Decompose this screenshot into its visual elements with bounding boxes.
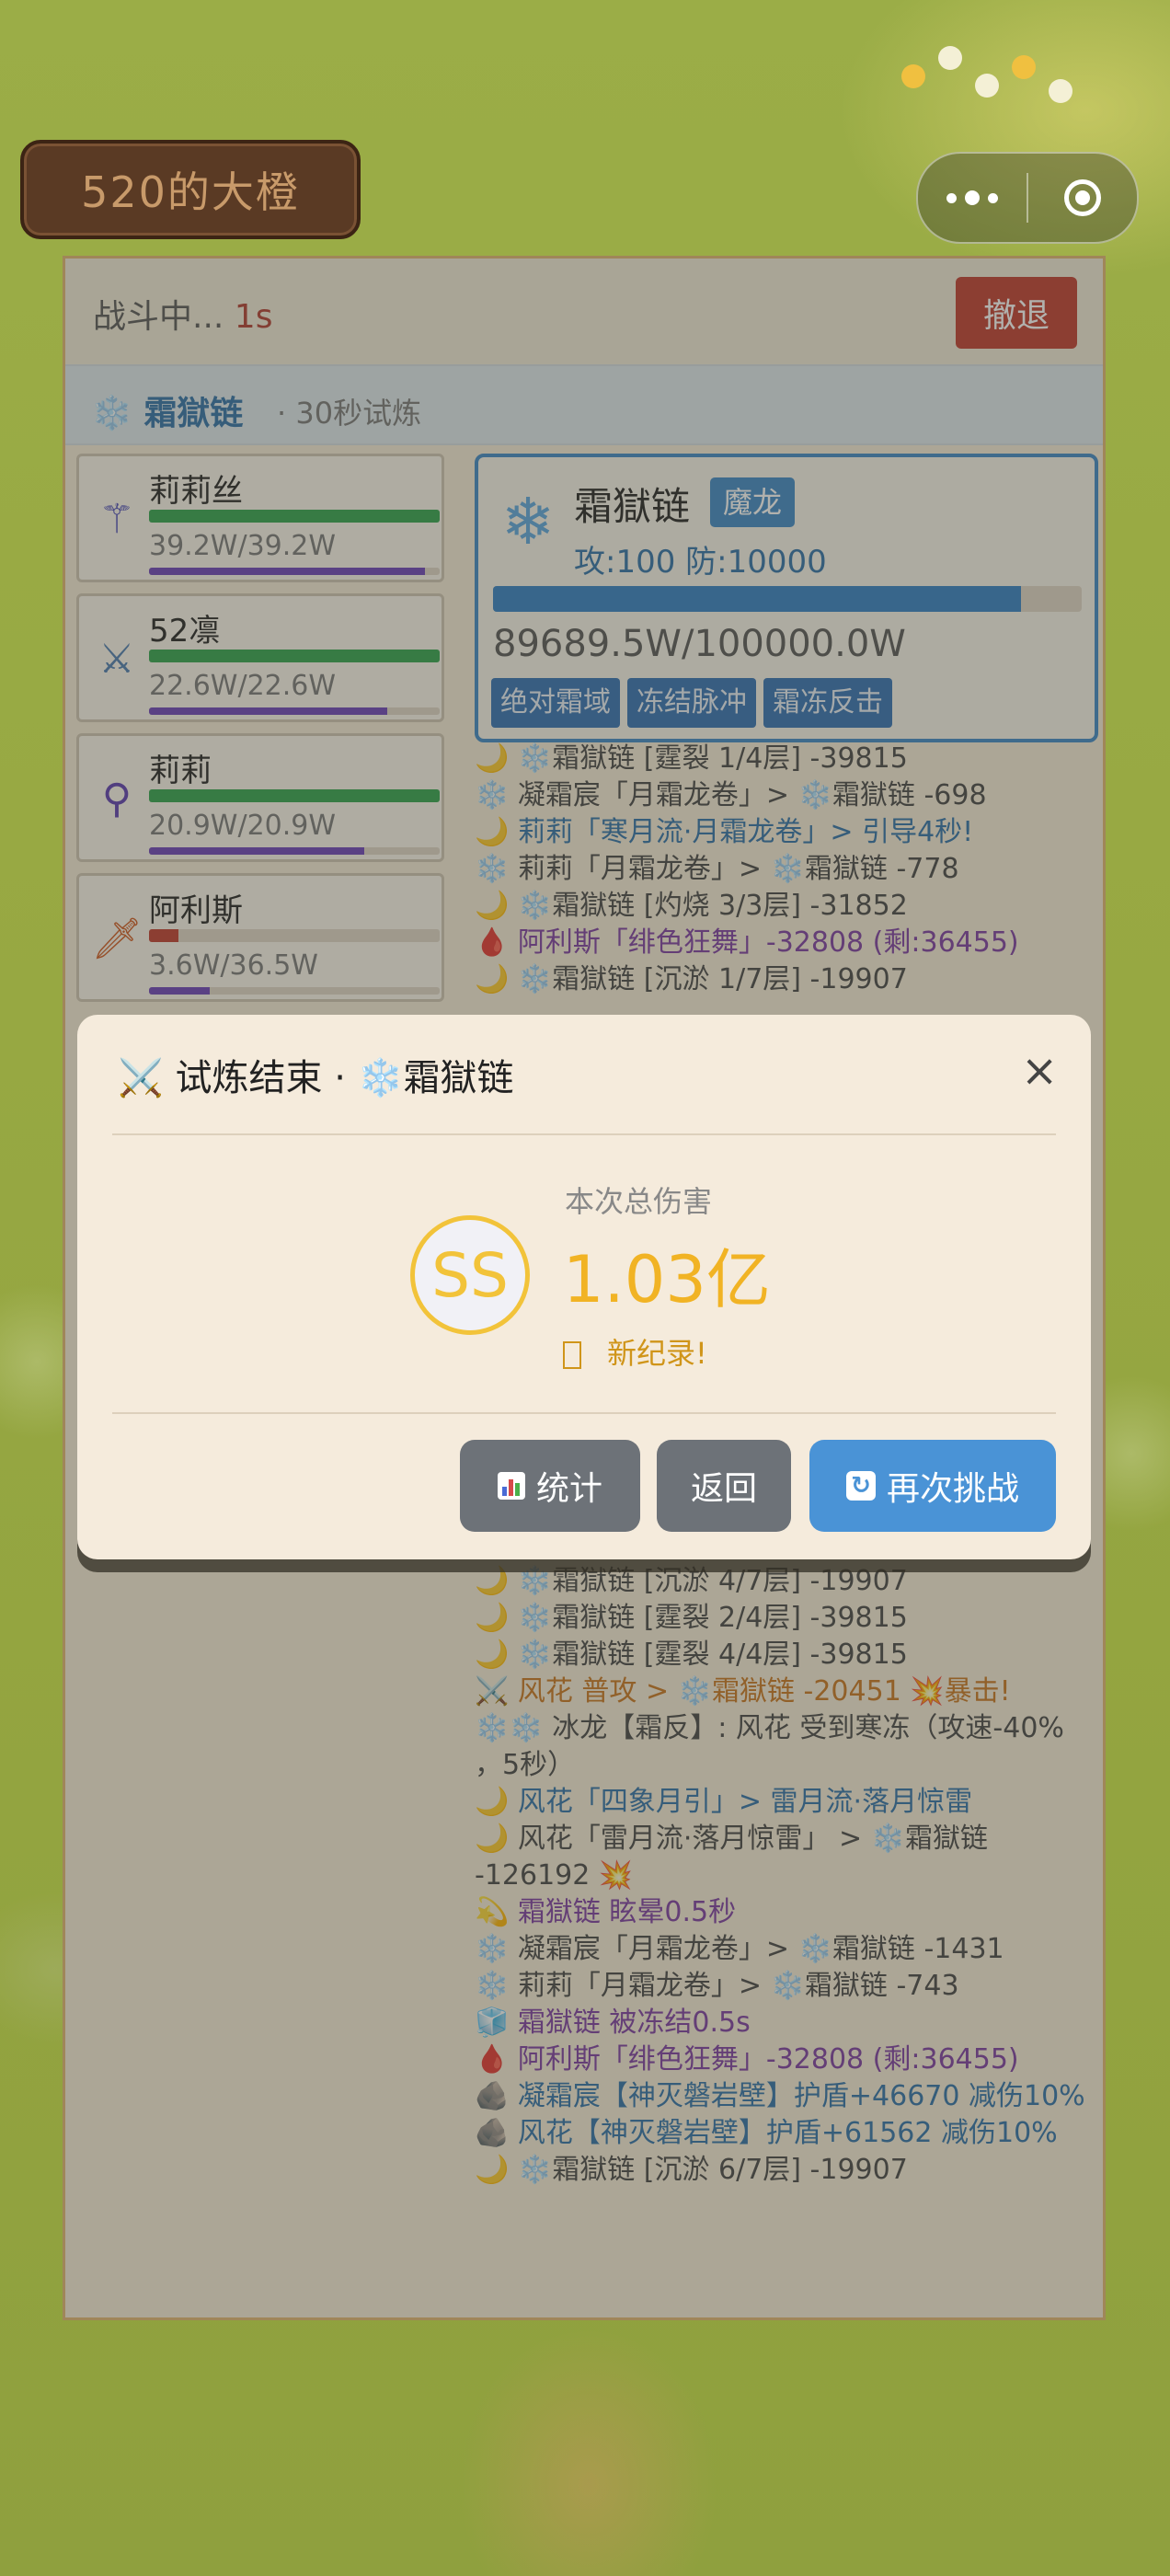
flower-decoration xyxy=(883,37,1085,110)
divider xyxy=(112,1412,1056,1414)
more-icon[interactable] xyxy=(918,190,1027,205)
retry-button-label: 再次挑战 xyxy=(886,1470,1019,1508)
back-button[interactable]: 返回 xyxy=(657,1440,791,1532)
dialog-title: ⚔️ 试炼结束 · ❄️霜獄链 xyxy=(118,1057,514,1099)
trial-result-dialog: ⚔️ 试炼结束 · ❄️霜獄链 × 本次总伤害 SS 1.03亿 新纪录! 统计… xyxy=(77,1015,1091,1559)
trophy-icon xyxy=(563,1341,581,1369)
total-damage-value: 1.03亿 xyxy=(563,1242,771,1317)
stats-button-label: 统计 xyxy=(535,1470,602,1508)
app-title-badge: 520的大橙 xyxy=(20,140,361,239)
new-record-notice: 新纪录! xyxy=(563,1330,707,1373)
mini-program-capsule[interactable] xyxy=(916,152,1139,244)
new-record-text: 新纪录! xyxy=(607,1336,707,1371)
close-mini-program-icon[interactable] xyxy=(1028,179,1137,216)
grade-badge: SS xyxy=(410,1215,530,1335)
stats-button[interactable]: 统计 xyxy=(460,1440,640,1532)
divider xyxy=(112,1133,1056,1135)
bar-chart-icon xyxy=(497,1472,525,1500)
close-icon[interactable]: × xyxy=(1021,1049,1058,1093)
retry-button[interactable]: ↻ 再次挑战 xyxy=(809,1440,1056,1532)
total-damage-label: 本次总伤害 xyxy=(565,1184,713,1219)
back-button-label: 返回 xyxy=(690,1470,757,1508)
refresh-icon: ↻ xyxy=(845,1471,876,1501)
